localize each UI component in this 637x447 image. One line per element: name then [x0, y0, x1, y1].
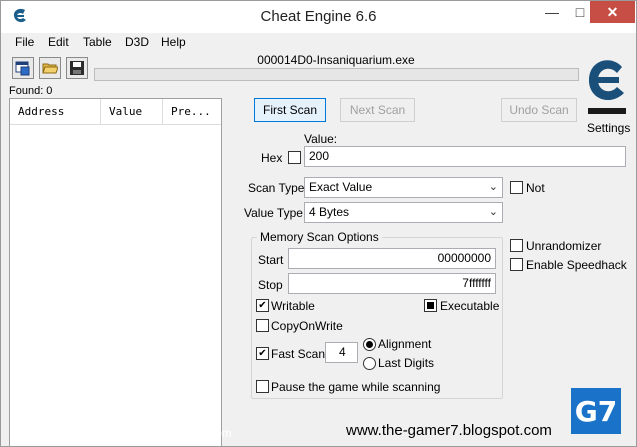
menu-file[interactable]: File: [15, 35, 34, 49]
start-label: Start: [258, 253, 284, 267]
stop-address-input[interactable]: 7fffffff: [288, 273, 496, 294]
not-checkbox[interactable]: [510, 181, 523, 194]
found-address-list[interactable]: Address Value Pre...: [9, 98, 222, 446]
writable-checkbox[interactable]: [256, 299, 269, 312]
unrandomizer-checkbox[interactable]: [510, 239, 523, 252]
load-table-button[interactable]: [39, 57, 61, 79]
memory-scan-options-title: Memory Scan Options: [257, 230, 382, 244]
menu-help[interactable]: Help: [161, 35, 186, 49]
column-previous[interactable]: Pre...: [163, 99, 221, 125]
fast-scan-label: Fast Scan: [271, 347, 326, 361]
fast-scan-alignment-input[interactable]: 4: [325, 342, 358, 363]
last-digits-radio[interactable]: [363, 357, 376, 370]
chevron-down-icon: ⌄: [488, 181, 498, 193]
address-list-header: Address Value Pre...: [10, 99, 221, 125]
value-input[interactable]: 200: [304, 146, 626, 167]
stop-label: Stop: [258, 278, 283, 292]
process-name: 000014D0-Insaniquarium.exe: [257, 53, 415, 67]
column-value[interactable]: Value: [101, 99, 163, 125]
unrandomizer-label: Unrandomizer: [526, 239, 602, 253]
watermark-right: www.the-gamer7.blogspot.com: [346, 422, 552, 439]
found-count: Found: 0: [9, 85, 53, 97]
open-process-button[interactable]: [12, 57, 34, 79]
open-folder-icon: [42, 63, 58, 74]
save-table-button[interactable]: [66, 57, 88, 79]
menu-table[interactable]: Table: [83, 35, 112, 49]
save-icon: [70, 61, 84, 75]
chevron-down-icon: ⌄: [488, 206, 498, 218]
copyonwrite-checkbox[interactable]: [256, 319, 269, 332]
alignment-radio[interactable]: [363, 338, 376, 351]
fast-scan-checkbox[interactable]: [256, 347, 269, 360]
undo-scan-button[interactable]: Undo Scan: [501, 98, 577, 122]
open-process-icon: [15, 61, 30, 76]
menu-bar: File Edit Table D3D Help: [1, 33, 636, 52]
cheat-engine-logo-icon[interactable]: [584, 53, 630, 123]
g7-logo: G7: [571, 388, 621, 434]
not-label: Not: [526, 181, 545, 195]
alignment-label: Alignment: [378, 337, 432, 351]
next-scan-button[interactable]: Next Scan: [340, 98, 415, 122]
value-type-value: 4 Bytes: [309, 205, 350, 219]
pause-game-label: Pause the game while scanning: [271, 380, 441, 394]
scan-progress-bar: [94, 68, 579, 81]
scan-type-select[interactable]: Exact Value ⌄: [304, 177, 503, 198]
minimize-icon[interactable]: —: [538, 1, 566, 23]
menu-d3d[interactable]: D3D: [125, 35, 149, 49]
close-icon[interactable]: ✕: [590, 1, 635, 23]
pause-game-checkbox[interactable]: [256, 380, 269, 393]
value-type-label: Value Type: [244, 206, 303, 220]
executable-label: Executable: [440, 299, 500, 313]
scan-type-value: Exact Value: [309, 180, 373, 194]
speedhack-checkbox[interactable]: [510, 258, 523, 271]
title-bar: Cheat Engine 6.6 — □ ✕: [1, 1, 636, 33]
copyonwrite-label: CopyOnWrite: [271, 319, 343, 333]
writable-label: Writable: [271, 299, 315, 313]
speedhack-label: Enable Speedhack: [526, 258, 627, 272]
hex-checkbox[interactable]: [288, 151, 301, 164]
hex-label: Hex: [261, 151, 283, 165]
menu-edit[interactable]: Edit: [48, 35, 69, 49]
value-type-select[interactable]: 4 Bytes ⌄: [304, 202, 503, 223]
executable-checkbox[interactable]: [424, 299, 437, 312]
settings-label[interactable]: Settings: [587, 121, 630, 135]
column-address[interactable]: Address: [10, 99, 101, 125]
start-address-input[interactable]: 00000000: [288, 248, 496, 269]
last-digits-label: Last Digits: [378, 356, 435, 370]
value-label: Value:: [304, 132, 338, 146]
cheat-engine-window: Cheat Engine 6.6 — □ ✕ File Edit Table D…: [0, 0, 637, 447]
scan-type-label: Scan Type: [248, 181, 305, 195]
first-scan-button[interactable]: First Scan: [254, 98, 326, 122]
watermark-left: www.the-gamer7.blogspot.com: [67, 426, 232, 440]
